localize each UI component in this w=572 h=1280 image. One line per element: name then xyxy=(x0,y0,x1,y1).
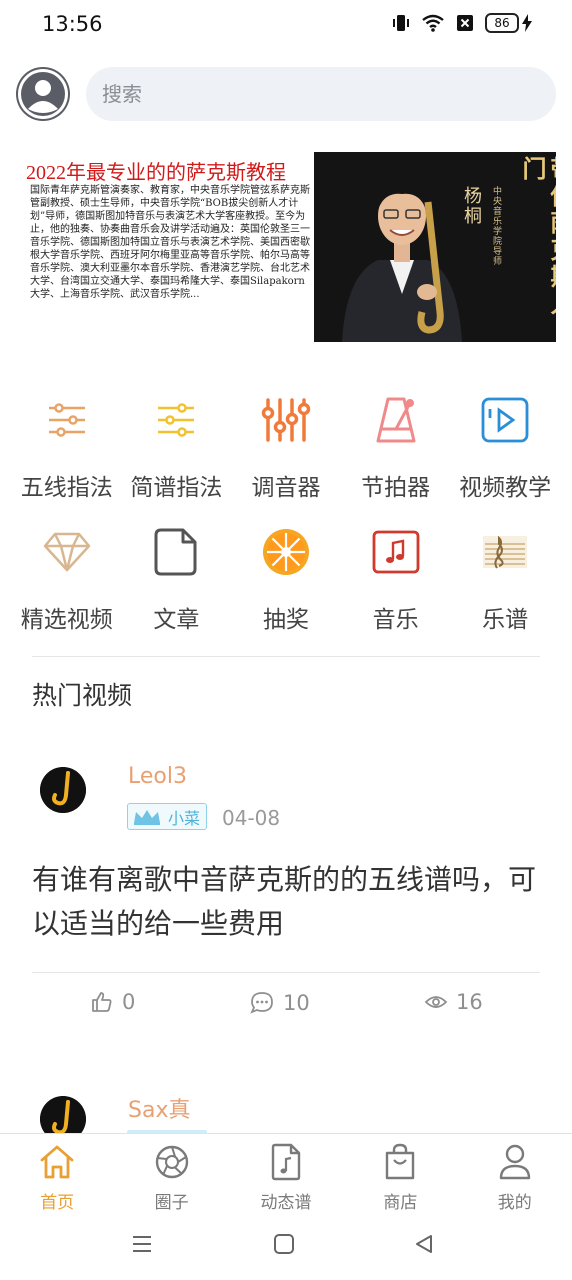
feature-label: 乐谱 xyxy=(482,607,529,633)
tab-dynamic-score[interactable]: 动态谱 xyxy=(229,1134,343,1215)
teacher-title: 中央音乐学院导师 xyxy=(491,186,501,266)
default-avatar-icon xyxy=(18,69,68,119)
banner-image-panel: 杨桐 中央音乐学院导师 带你萨克斯入门 xyxy=(314,152,556,342)
post-date: 04-08 xyxy=(222,806,281,830)
post-username[interactable]: Sax真 xyxy=(128,1092,190,1124)
metronome-icon xyxy=(368,392,424,448)
battery-level: 86 xyxy=(485,13,519,33)
comment-button[interactable]: 10 xyxy=(249,990,310,1016)
feature-label: 文章 xyxy=(153,607,200,633)
aperture-icon xyxy=(152,1142,192,1182)
tab-home[interactable]: 首页 xyxy=(0,1134,114,1215)
saxophonist-image xyxy=(342,184,462,342)
tab-label: 动态谱 xyxy=(260,1193,312,1213)
feature-grid-row: 五线指法 简谱指法 调音器 节拍器 视频教学 xyxy=(12,380,560,512)
feature-grid-row: 精选视频 文章 抽奖 音乐 乐谱 xyxy=(12,512,560,644)
feature-grid: 五线指法 简谱指法 调音器 节拍器 视频教学 精选视频 文章 抽奖 音乐 乐谱 xyxy=(12,380,560,644)
tab-shop[interactable]: 商店 xyxy=(343,1134,457,1215)
post-username[interactable]: Leol3 xyxy=(128,764,187,789)
search-input[interactable] xyxy=(86,67,556,121)
thumbs-up-icon xyxy=(92,992,112,1012)
battery-icon: 86 xyxy=(485,13,532,33)
view-count: 16 xyxy=(456,990,483,1014)
feature-label: 节拍器 xyxy=(361,475,431,501)
feature-label: 视频教学 xyxy=(459,475,552,501)
bottom-tab-bar: 首页 圈子 动态谱 商店 我的 xyxy=(0,1133,572,1215)
feature-video-lessons[interactable]: 视频教学 xyxy=(450,380,560,512)
tab-circle[interactable]: 圈子 xyxy=(114,1134,228,1215)
section-title-hot-videos: 热门视频 xyxy=(32,681,133,710)
comment-count: 10 xyxy=(283,991,310,1015)
feature-tuner[interactable]: 调音器 xyxy=(231,380,341,512)
sim-blocked-icon xyxy=(455,13,475,33)
feature-label: 精选视频 xyxy=(20,607,113,633)
post-content[interactable]: 有谁有离歌中音萨克斯的的五线谱吗，可以适当的给一些费用 xyxy=(32,858,542,946)
status-time: 13:56 xyxy=(42,12,103,36)
post-avatar[interactable] xyxy=(40,767,86,813)
video-play-icon xyxy=(477,392,533,448)
tab-label: 圈子 xyxy=(154,1193,189,1213)
crown-icon xyxy=(134,809,160,825)
feature-numbered-fingering[interactable]: 简谱指法 xyxy=(122,380,232,512)
banner-slogan: 带你萨克斯入门 xyxy=(518,156,556,318)
diamond-icon xyxy=(39,524,95,580)
user-icon xyxy=(495,1142,535,1182)
charging-icon xyxy=(522,14,532,32)
sliders-icon xyxy=(39,392,95,448)
wifi-icon xyxy=(421,13,445,33)
feature-label: 抽奖 xyxy=(262,607,309,633)
tab-profile[interactable]: 我的 xyxy=(458,1134,572,1215)
feature-staff-fingering[interactable]: 五线指法 xyxy=(12,380,122,512)
section-divider xyxy=(32,656,540,657)
tab-label: 我的 xyxy=(497,1193,532,1213)
feature-label: 简谱指法 xyxy=(130,475,223,501)
teacher-name: 杨桐 xyxy=(461,186,482,226)
eye-icon xyxy=(424,996,448,1008)
system-navigation-bar xyxy=(0,1215,572,1280)
search-bar[interactable] xyxy=(86,67,556,121)
banner-title: 2022年最专业的的萨克斯教程 xyxy=(26,162,286,184)
menu-icon[interactable] xyxy=(131,1233,153,1259)
post-divider xyxy=(32,972,540,973)
user-level-badge: 小菜 xyxy=(127,803,207,830)
feature-music[interactable]: 音乐 xyxy=(341,512,451,644)
promo-banner[interactable]: 2022年最专业的的萨克斯教程 国际青年萨克斯管演奏家、教育家，中央音乐学院管弦… xyxy=(22,152,556,342)
home-icon xyxy=(37,1142,77,1182)
music-note-icon xyxy=(368,524,424,580)
sheet-music-icon xyxy=(477,524,533,580)
tab-label: 商店 xyxy=(383,1193,418,1213)
music-file-icon xyxy=(266,1142,306,1182)
shopping-bag-icon xyxy=(380,1142,420,1182)
vibrate-icon xyxy=(391,13,411,33)
feature-articles[interactable]: 文章 xyxy=(122,512,232,644)
saxophone-avatar-icon xyxy=(40,767,86,813)
feature-label: 音乐 xyxy=(372,607,419,633)
status-bar: 13:56 86 xyxy=(0,0,572,52)
feature-sheet-music[interactable]: 乐谱 xyxy=(450,512,560,644)
user-avatar[interactable] xyxy=(16,67,70,121)
comment-icon xyxy=(250,992,273,1014)
post-stats: 0 10 16 xyxy=(0,990,572,1026)
lottery-wheel-icon xyxy=(258,524,314,580)
like-button[interactable]: 0 xyxy=(90,990,135,1014)
tab-label: 首页 xyxy=(40,1193,75,1213)
home-square-icon[interactable] xyxy=(273,1233,295,1259)
document-icon xyxy=(148,524,204,580)
like-count: 0 xyxy=(122,990,136,1014)
status-icons: 86 xyxy=(391,13,532,33)
equalizer-icon xyxy=(258,392,314,448)
feature-featured-videos[interactable]: 精选视频 xyxy=(12,512,122,644)
feature-label: 调音器 xyxy=(251,475,321,501)
feature-lottery[interactable]: 抽奖 xyxy=(231,512,341,644)
badge-label: 小菜 xyxy=(168,808,201,828)
sliders-icon xyxy=(148,392,204,448)
banner-description: 国际青年萨克斯管演奏家、教育家，中央音乐学院管弦系萨克斯管副教授、硕士生导师，中… xyxy=(30,185,310,300)
feature-label: 五线指法 xyxy=(20,475,113,501)
feature-metronome[interactable]: 节拍器 xyxy=(341,380,451,512)
banner-text-panel: 2022年最专业的的萨克斯教程 国际青年萨克斯管演奏家、教育家，中央音乐学院管弦… xyxy=(22,152,314,342)
back-triangle-icon[interactable] xyxy=(413,1233,435,1259)
view-count-stat: 16 xyxy=(424,990,483,1014)
